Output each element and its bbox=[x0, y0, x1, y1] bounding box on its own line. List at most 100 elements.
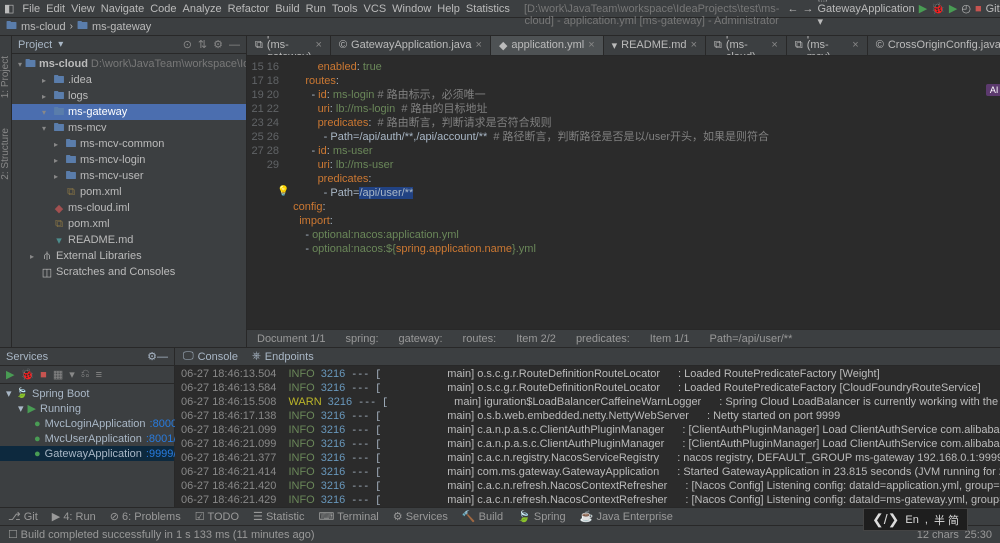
menu-help[interactable]: Help bbox=[437, 3, 460, 15]
filter-icon[interactable]: ▦ bbox=[53, 368, 63, 381]
debug-icon[interactable]: 🐞 bbox=[20, 368, 34, 381]
editor-tab[interactable]: ⧉pom.xml (ms-mcv)× bbox=[787, 36, 868, 55]
close-icon[interactable]: × bbox=[316, 39, 322, 51]
menu-edit[interactable]: Edit bbox=[46, 3, 65, 15]
app-icon: ◧ bbox=[4, 2, 14, 15]
close-icon[interactable]: × bbox=[476, 39, 482, 51]
back-icon[interactable]: ← bbox=[787, 3, 798, 15]
terminal-tool[interactable]: ⌨ Terminal bbox=[318, 510, 378, 523]
editor-tab[interactable]: ©GatewayApplication.java× bbox=[331, 36, 491, 55]
crumb-root[interactable]: ms-cloud bbox=[21, 21, 66, 33]
profiler-icon[interactable]: ◴ bbox=[961, 2, 971, 15]
crumb-child[interactable]: ms-gateway bbox=[92, 21, 151, 33]
menu-code[interactable]: Code bbox=[150, 3, 176, 15]
stop-icon[interactable]: ■ bbox=[40, 369, 47, 381]
menu-statistics[interactable]: Statistics bbox=[466, 3, 510, 15]
file-icon: ⧉ bbox=[795, 39, 803, 52]
service-app[interactable]: ●MvcUserApplication :8001/ bbox=[0, 431, 174, 446]
main-menubar: ◧ File Edit View Navigate Code Analyze Refacto… bbox=[0, 0, 1000, 18]
down-icon[interactable]: ▾ bbox=[69, 368, 75, 381]
ai-badge[interactable]: AI bbox=[986, 84, 1000, 96]
services-tool[interactable]: ⚙ Services bbox=[393, 510, 448, 523]
service-app[interactable]: ●GatewayApplication :9999/ bbox=[0, 446, 174, 461]
git-tool[interactable]: ⎇ Git bbox=[8, 510, 38, 523]
run-tool[interactable]: ▶ 4: Run bbox=[52, 510, 96, 523]
services-tree[interactable]: ▾🍃 Spring Boot ▾▶ Running ●MvcLoginAppli… bbox=[0, 384, 174, 463]
fwd-icon[interactable]: → bbox=[802, 3, 813, 15]
bulb-icon[interactable]: 💡 bbox=[277, 186, 289, 197]
menu-build[interactable]: Build bbox=[275, 3, 299, 15]
file-icon: ▾ bbox=[612, 39, 618, 52]
gear-icon[interactable]: ⚙ bbox=[147, 350, 157, 363]
tree-item[interactable]: ▾README.md bbox=[12, 232, 246, 248]
select-opened-icon[interactable]: ⊙ bbox=[183, 38, 192, 51]
more-icon[interactable]: ≡ bbox=[96, 369, 102, 381]
tree-item[interactable]: ▸🖿.idea bbox=[12, 72, 246, 88]
console-output[interactable]: 06-27 18:46:13.504 INFO 3216 --- [ main]… bbox=[175, 366, 1000, 507]
toolbar-right: ← → ⬚ GatewayApplication ▾ ▶ 🐞 ▶ ◴ ■ Git… bbox=[787, 0, 1000, 28]
menu-run[interactable]: Run bbox=[306, 3, 326, 15]
structure-tool-btn[interactable]: 2: Structure bbox=[0, 128, 11, 180]
project-tree[interactable]: ▾🖿ms-cloud D:\work\JavaTeam\workspace\Id… bbox=[12, 54, 246, 347]
menu-tools[interactable]: Tools bbox=[332, 3, 358, 15]
tree-item[interactable]: ▾🖿ms-gateway bbox=[12, 104, 246, 120]
coverage-icon[interactable]: ▶ bbox=[949, 2, 957, 15]
services-title: Services bbox=[6, 351, 48, 363]
editor-area: ⧉pom.xml (ms-gateway)×©GatewayApplicatio… bbox=[247, 36, 1000, 347]
editor-tab[interactable]: ⧉pom.xml (ms-gateway)× bbox=[247, 36, 331, 55]
service-app[interactable]: ●MvcLoginApplication :8000/ bbox=[0, 416, 174, 431]
menu-file[interactable]: File bbox=[22, 3, 40, 15]
close-icon[interactable]: × bbox=[852, 39, 858, 51]
editor-tab[interactable]: ◆application.yml× bbox=[491, 36, 604, 55]
menu-analyze[interactable]: Analyze bbox=[182, 3, 221, 15]
close-icon[interactable]: × bbox=[588, 39, 594, 51]
console-tab[interactable]: 🖵 Console bbox=[183, 350, 238, 363]
run-config-combo[interactable]: ⬚ GatewayApplication ▾ bbox=[817, 0, 914, 28]
folder-icon: 🖿 bbox=[6, 17, 17, 36]
tree-item[interactable]: ◆ms-cloud.iml bbox=[12, 200, 246, 216]
services-panel: Services ⚙ — ▶ 🐞 ■ ▦ ▾ ⎌ ≡ ▾🍃 Spring Boo… bbox=[0, 347, 1000, 507]
tree-item[interactable]: ▾🖿ms-mcv bbox=[12, 120, 246, 136]
tree-item[interactable]: ▸🖿ms-mcv-login bbox=[12, 152, 246, 168]
menu-refactor[interactable]: Refactor bbox=[228, 3, 270, 15]
gear-icon[interactable]: ⚙ bbox=[213, 38, 223, 51]
menu-window[interactable]: Window bbox=[392, 3, 431, 15]
hide-icon[interactable]: — bbox=[229, 39, 240, 51]
statistic-tool[interactable]: ☰ Statistic bbox=[253, 510, 304, 523]
close-icon[interactable]: × bbox=[691, 39, 697, 51]
problems-tool[interactable]: ⊘ 6: Problems bbox=[110, 510, 181, 523]
run-icon[interactable]: ▶ bbox=[919, 2, 927, 15]
java-tool[interactable]: ☕ Java Enterprise bbox=[580, 510, 673, 523]
code-editor[interactable]: AI 💡 15 16 17 18 19 20 21 22 23 24 25 26… bbox=[247, 56, 1000, 329]
tree-item[interactable]: ▸🖿ms-mcv-user bbox=[12, 168, 246, 184]
build-tool[interactable]: 🔨 Build bbox=[462, 510, 503, 523]
tree-item[interactable]: ▸🖿ms-mcv-common bbox=[12, 136, 246, 152]
bottom-toolbar: ⎇ Git ▶ 4: Run ⊘ 6: Problems ☑ TODO ☰ St… bbox=[0, 507, 1000, 525]
menu-view[interactable]: View bbox=[71, 3, 95, 15]
thread-icon[interactable]: ⎌ bbox=[81, 368, 90, 381]
project-tool-btn[interactable]: 1: Project bbox=[0, 56, 11, 98]
close-icon[interactable]: × bbox=[771, 39, 777, 51]
tree-item[interactable]: ▸🖿logs bbox=[12, 88, 246, 104]
stop-icon[interactable]: ■ bbox=[975, 3, 982, 15]
tree-item[interactable]: ⧉pom.xml bbox=[12, 216, 246, 232]
event-icon[interactable]: ☐ bbox=[8, 528, 18, 541]
status-msg: Build completed successfully in 1 s 133 … bbox=[21, 529, 315, 541]
ime-badge[interactable]: ❮/❯ En , 半 简 bbox=[863, 508, 968, 531]
editor-tab[interactable]: ⧉pom.xml (ms-cloud)× bbox=[706, 36, 787, 55]
tree-item[interactable]: ◫Scratches and Consoles bbox=[12, 264, 246, 280]
hide-icon[interactable]: — bbox=[157, 351, 168, 363]
spring-tool[interactable]: 🍃 Spring bbox=[517, 510, 566, 523]
editor-tab[interactable]: ▾README.md× bbox=[604, 36, 706, 55]
menu-vcs[interactable]: VCS bbox=[364, 3, 387, 15]
menu-navigate[interactable]: Navigate bbox=[101, 3, 144, 15]
expand-icon[interactable]: ⇅ bbox=[198, 38, 207, 51]
run-icon[interactable]: ▶ bbox=[6, 368, 14, 381]
tree-item[interactable]: ▸⫛External Libraries bbox=[12, 248, 246, 264]
todo-tool[interactable]: ☑ TODO bbox=[195, 510, 239, 523]
editor-tab[interactable]: ©CrossOriginConfig.java× bbox=[868, 36, 1000, 55]
tree-root[interactable]: ▾🖿ms-cloud D:\work\JavaTeam\workspace\Id… bbox=[12, 56, 246, 72]
debug-icon[interactable]: 🐞 bbox=[931, 2, 945, 15]
endpoints-tab[interactable]: ⎈ Endpoints bbox=[252, 350, 314, 363]
tree-item[interactable]: ⧉pom.xml bbox=[12, 184, 246, 200]
